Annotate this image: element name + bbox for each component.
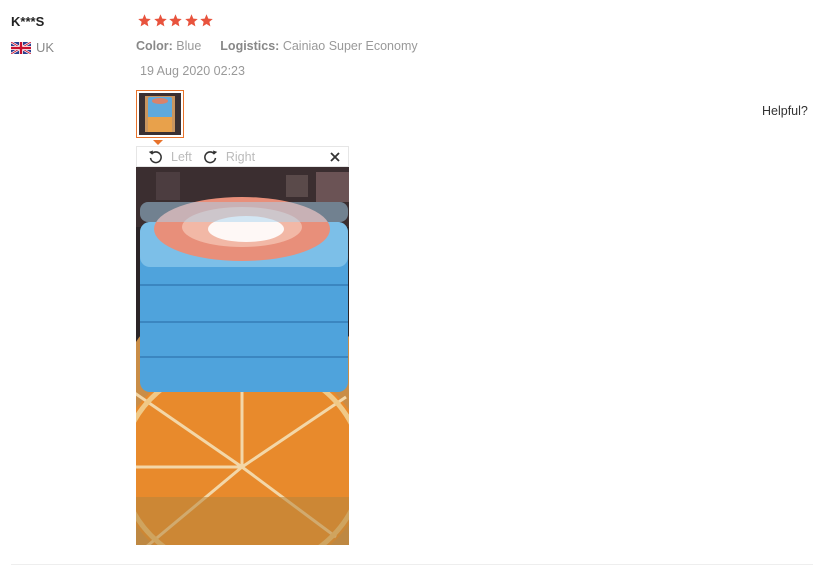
color-attr-label: Color: bbox=[136, 39, 173, 53]
rotate-right-button[interactable]: Right bbox=[202, 148, 255, 165]
star-rating bbox=[137, 13, 215, 28]
close-viewer-button[interactable] bbox=[330, 151, 340, 162]
rotate-left-label: Left bbox=[171, 149, 192, 164]
star-icon bbox=[138, 14, 151, 27]
thumbnail-image bbox=[139, 93, 181, 135]
rotate-right-icon bbox=[203, 150, 218, 164]
logistics-attr-value: Cainiao Super Economy bbox=[282, 39, 418, 53]
rotate-left-icon bbox=[148, 150, 162, 164]
close-icon bbox=[330, 151, 340, 162]
color-attr-value: Blue bbox=[176, 39, 202, 53]
country-label: UK bbox=[36, 40, 55, 55]
rotate-left-button[interactable]: Left bbox=[147, 148, 192, 165]
uk-flag-icon bbox=[11, 41, 31, 54]
review-photo-large[interactable] bbox=[136, 167, 349, 545]
star-icon bbox=[153, 14, 167, 27]
star-icon bbox=[184, 14, 198, 27]
review-divider bbox=[11, 564, 813, 565]
rotate-right-label: Right bbox=[225, 149, 256, 164]
star-icon bbox=[169, 14, 182, 27]
helpful-button[interactable]: Helpful? bbox=[762, 104, 808, 118]
order-attributes: Color: Blue Logistics: Cainiao Super Eco… bbox=[136, 39, 418, 53]
thumbnail-active-pointer bbox=[153, 140, 163, 145]
review-photo-thumbnail[interactable] bbox=[136, 90, 184, 138]
reviewer-country: UK bbox=[11, 40, 54, 55]
star-icon bbox=[200, 14, 213, 27]
logistics-attr-label: Logistics: bbox=[220, 39, 280, 53]
product-photo bbox=[136, 167, 349, 545]
reviewer-name: K***S bbox=[11, 14, 45, 29]
review-date: 19 Aug 2020 02:23 bbox=[140, 64, 245, 78]
image-viewer-toolbar: Left Right bbox=[136, 146, 349, 167]
